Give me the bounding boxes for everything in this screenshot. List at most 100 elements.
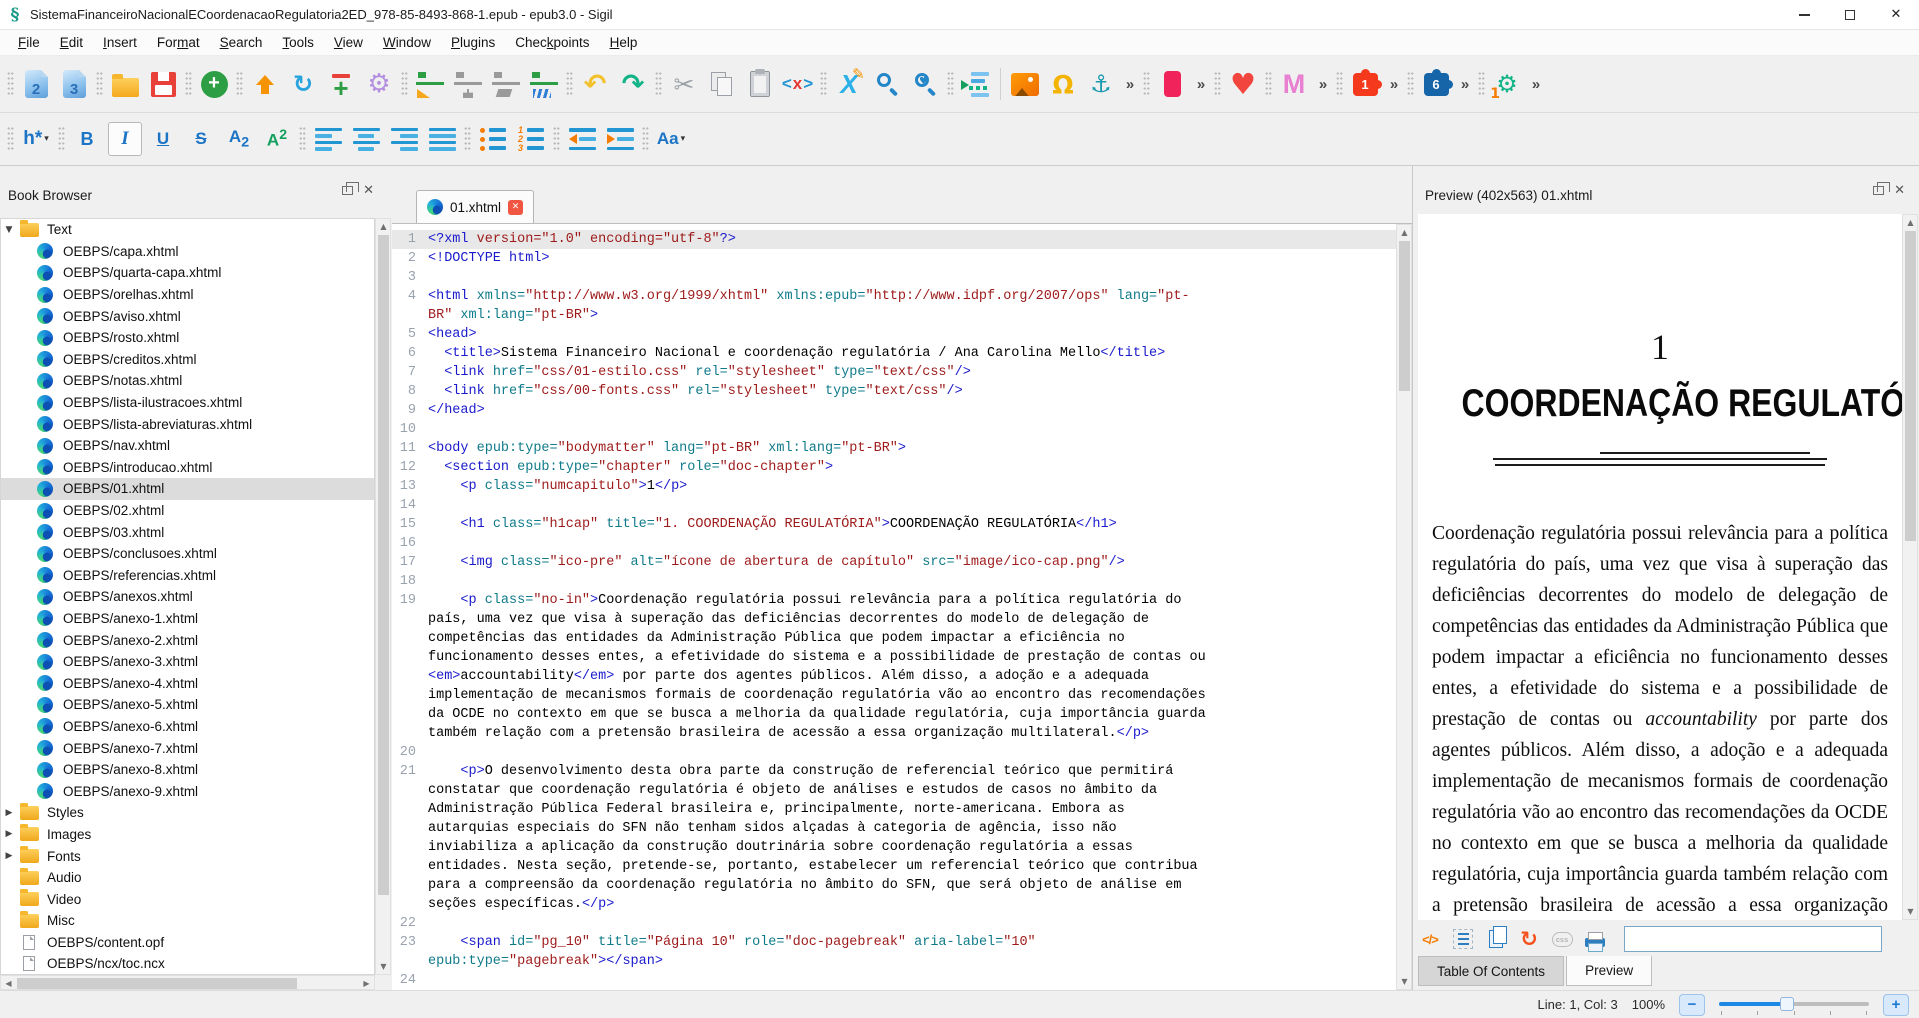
zoom-out-button[interactable]: − (1679, 994, 1705, 1016)
code-line[interactable]: 15 <h1 class="h1cap" title="1. COORDENAÇ… (392, 515, 1396, 534)
expand-icon[interactable]: ▶ (1, 808, 17, 818)
scrollbar-thumb[interactable] (1399, 241, 1410, 391)
tab-preview[interactable]: Preview (1566, 956, 1652, 986)
expand-icon[interactable]: ▶ (1, 851, 17, 861)
new-epub3-icon[interactable]: 3 (55, 64, 93, 104)
tree-item[interactable]: OEBPS/content.opf (1, 932, 374, 954)
tree-item[interactable]: OEBPS/anexo-7.xhtml (1, 737, 374, 759)
preview-code-view-icon[interactable]: </> (1418, 927, 1442, 951)
menu-view[interactable]: View (324, 32, 373, 53)
code-line[interactable]: 11<body epub:type="bodymatter" lang="pt-… (392, 439, 1396, 458)
code-line[interactable]: inviabiliza a aplicação da construção do… (392, 838, 1396, 857)
code-line[interactable]: 19 <p class="no-in">Coordenação regulató… (392, 591, 1396, 610)
book-browser-horizontal-scrollbar[interactable]: ◀ ▶ (0, 975, 375, 990)
tree-item[interactable]: Misc (1, 910, 374, 932)
code-line[interactable]: 7 <link href="css/01-estilo.css" rel="st… (392, 363, 1396, 382)
code-line[interactable]: 23 <span id="pg_10" title="Página 10" ro… (392, 933, 1396, 952)
code-line[interactable]: 5<head> (392, 325, 1396, 344)
tree-item[interactable]: OEBPS/anexo-6.xhtml (1, 716, 374, 738)
tab-close-icon[interactable]: ✕ (508, 200, 523, 215)
tree-item[interactable]: ▶Styles (1, 802, 374, 824)
menu-checkpoints[interactable]: Checkpoints (505, 32, 599, 53)
tree-item[interactable]: ▶Fonts (1, 845, 374, 867)
donate-icon[interactable]: ♥ (1224, 64, 1262, 104)
save-icon[interactable] (144, 64, 182, 104)
float-panel-icon[interactable] (342, 186, 353, 195)
code-line[interactable]: constatar que coordenação regulatória é … (392, 781, 1396, 800)
indent-icon[interactable] (603, 122, 637, 156)
close-panel-icon[interactable]: ✕ (363, 184, 374, 197)
underline-icon[interactable]: U (146, 122, 180, 156)
menu-insert[interactable]: Insert (93, 32, 147, 53)
code-line[interactable]: 8 <link href="css/00-fonts.css" rel="sty… (392, 382, 1396, 401)
strikethrough-icon[interactable]: S (184, 122, 218, 156)
preferences-icon[interactable]: ⚙ (360, 64, 398, 104)
undo-icon[interactable]: ↶ (576, 64, 614, 104)
scroll-up-icon[interactable]: ▲ (376, 219, 391, 234)
plugin-tools-icon[interactable]: ⚙1 (1488, 64, 1526, 104)
code-line[interactable]: 3 (392, 268, 1396, 287)
zoom-in-button[interactable]: + (1883, 994, 1909, 1016)
tree-item[interactable]: Video (1, 888, 374, 910)
numbered-list-icon[interactable]: 123 (514, 122, 548, 156)
menu-search[interactable]: Search (210, 32, 273, 53)
preview-copy-icon[interactable] (1484, 927, 1508, 951)
special-find-icon[interactable]: ♥ (906, 64, 944, 104)
redo-icon[interactable]: ↷ (614, 64, 652, 104)
maximize-button[interactable] (1827, 0, 1873, 29)
tree-item[interactable]: OEBPS/anexo-9.xhtml (1, 780, 374, 802)
cut-icon[interactable]: ✂ (665, 64, 703, 104)
tab-01-xhtml[interactable]: 01.xhtml ✕ (416, 190, 534, 223)
preview-address-input[interactable] (1624, 926, 1882, 952)
code-line[interactable]: 9</head> (392, 401, 1396, 420)
align-justify-icon[interactable] (425, 122, 459, 156)
overflow-chevron[interactable]: » (1120, 76, 1140, 93)
code-line[interactable]: 14 (392, 496, 1396, 515)
bookmark-icon[interactable] (1153, 64, 1191, 104)
code-line[interactable]: para a compreensão da coordenação regula… (392, 876, 1396, 895)
tree-item[interactable]: OEBPS/anexo-5.xhtml (1, 694, 374, 716)
tree-item[interactable]: ▼Text (1, 219, 374, 241)
code-view-icon[interactable]: <x> (779, 64, 817, 104)
scroll-up-icon[interactable]: ▲ (1397, 225, 1412, 240)
tree-item[interactable]: OEBPS/conclusoes.xhtml (1, 543, 374, 565)
new-blank-file-icon[interactable]: + (195, 64, 233, 104)
tree-item[interactable]: OEBPS/orelhas.xhtml (1, 284, 374, 306)
tab-table-of-contents[interactable]: Table Of Contents (1418, 956, 1564, 986)
code-line[interactable]: BR" xml:lang="pt-BR"> (392, 306, 1396, 325)
menu-format[interactable]: Format (147, 32, 210, 53)
zoom-slider[interactable] (1719, 994, 1869, 1016)
insert-split-marker-icon[interactable] (525, 64, 563, 104)
scrollbar-thumb[interactable] (378, 235, 389, 895)
subscript-icon[interactable]: A2 (222, 122, 256, 156)
tree-item[interactable]: OEBPS/creditos.xhtml (1, 349, 374, 371)
code-line[interactable]: 18 (392, 572, 1396, 591)
insert-image-icon[interactable] (1006, 64, 1044, 104)
scroll-down-icon[interactable]: ▼ (1397, 974, 1412, 989)
tree-item[interactable]: OEBPS/02.xhtml (1, 500, 374, 522)
metadata-editor-icon[interactable] (957, 64, 995, 104)
code-line[interactable]: 1<?xml version="1.0" encoding="utf-8"?> (392, 230, 1396, 249)
menu-file[interactable]: File (8, 32, 50, 53)
tree-item[interactable]: OEBPS/referencias.xhtml (1, 565, 374, 587)
preview-refresh-icon[interactable]: ↻ (1517, 927, 1541, 951)
close-panel-icon[interactable]: ✕ (1894, 184, 1905, 197)
preview-print-icon[interactable] (1583, 927, 1607, 951)
minimize-button[interactable] (1781, 0, 1827, 29)
scroll-right-icon[interactable]: ▶ (359, 976, 374, 991)
tree-item[interactable]: OEBPS/rosto.xhtml (1, 327, 374, 349)
menu-help[interactable]: Help (600, 32, 648, 53)
align-right-icon[interactable] (387, 122, 421, 156)
heading-style-icon[interactable]: h*▾ (19, 122, 53, 156)
code-line[interactable]: 10 (392, 420, 1396, 439)
scroll-up-icon[interactable]: ▲ (1903, 215, 1918, 230)
tree-item[interactable]: OEBPS/anexos.xhtml (1, 586, 374, 608)
code-line[interactable]: autarquias especiais do SFN não tenham s… (392, 819, 1396, 838)
tree-item[interactable]: OEBPS/03.xhtml (1, 521, 374, 543)
code-line[interactable]: 12 <section epub:type="chapter" role="do… (392, 458, 1396, 477)
float-panel-icon[interactable] (1873, 186, 1884, 195)
editor-vertical-scrollbar[interactable]: ▲ ▼ (1396, 224, 1412, 990)
code-line[interactable]: 22 (392, 914, 1396, 933)
code-line[interactable]: competências das entidades da Administra… (392, 629, 1396, 648)
open-icon[interactable] (106, 64, 144, 104)
